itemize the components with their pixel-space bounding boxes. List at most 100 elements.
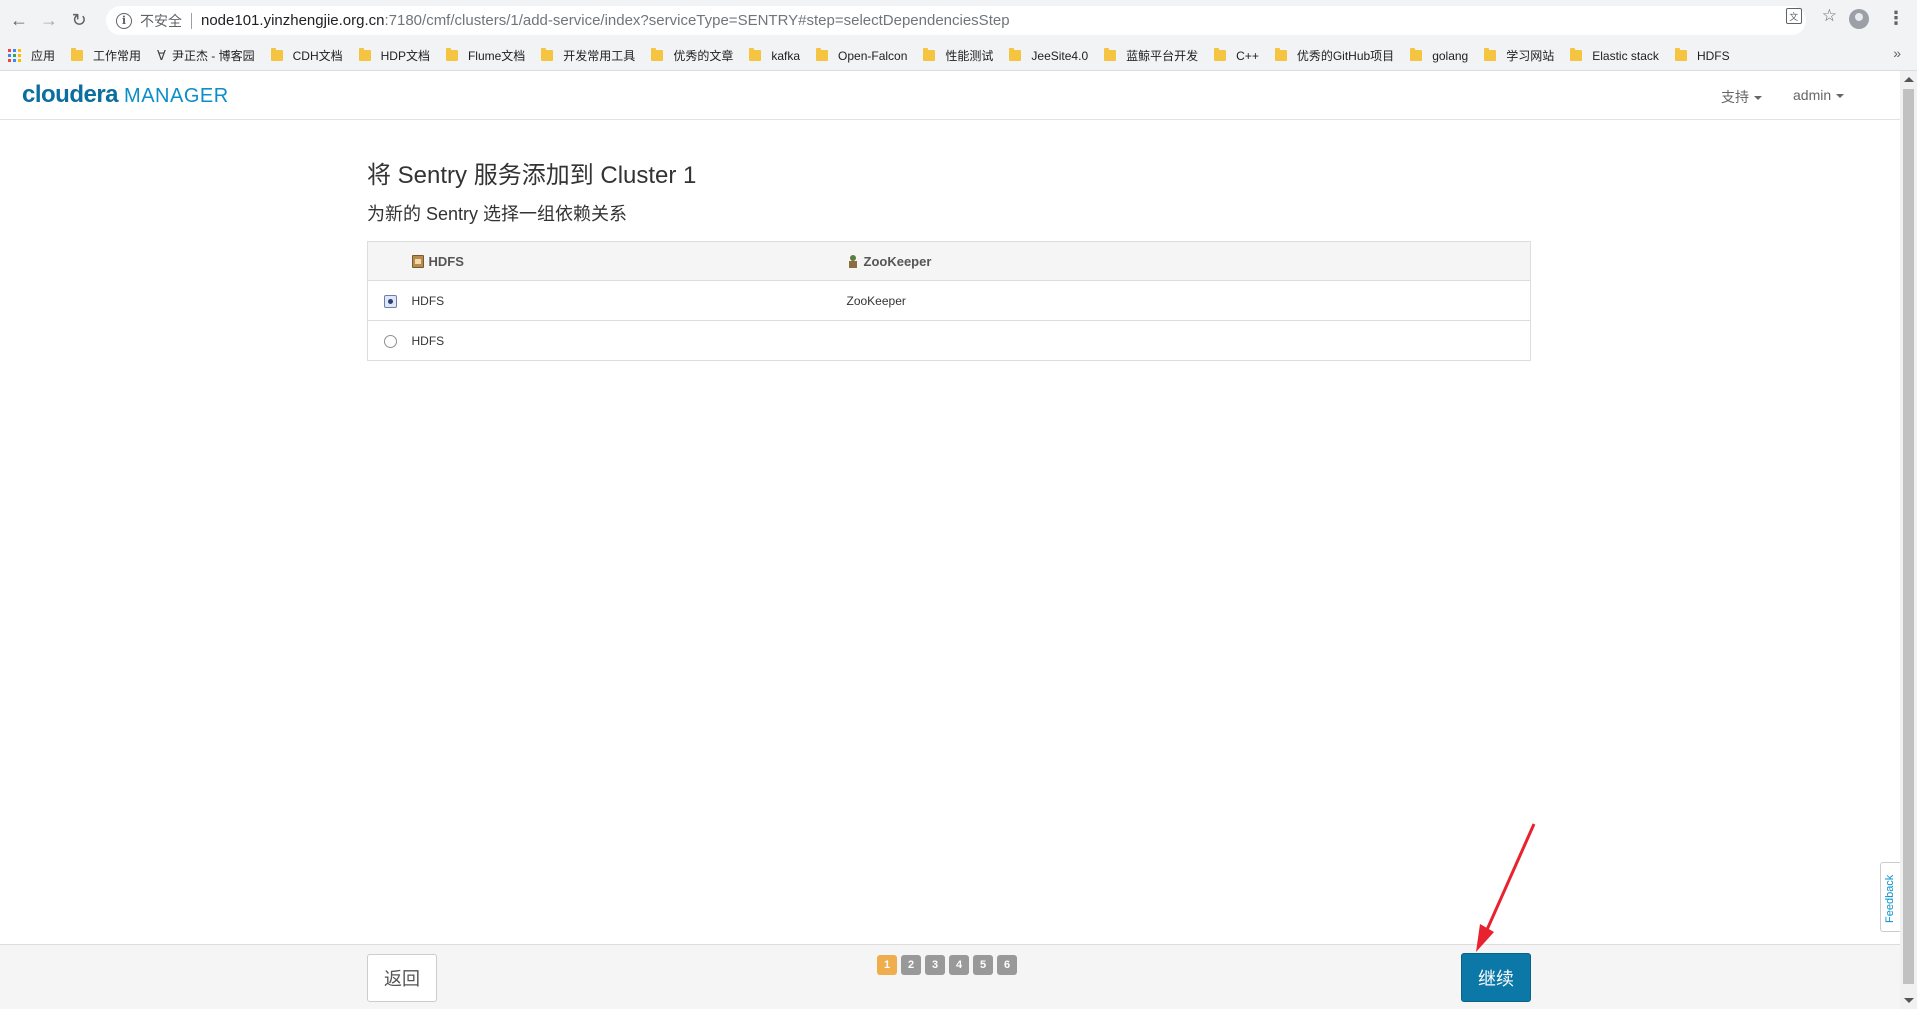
folder-icon: [1570, 48, 1583, 61]
browser-menu-icon[interactable]: ⋮: [1887, 8, 1905, 29]
bookmark-item[interactable]: Open-Falcon: [808, 44, 915, 68]
folder-icon: [541, 48, 554, 61]
cm-header: cloudera MANAGER 支持 admin: [0, 71, 1900, 120]
bookmark-item[interactable]: 工作常用: [63, 44, 149, 68]
column-header-label: ZooKeeper: [863, 253, 932, 269]
table-header-row: HDFS ZooKeeper: [367, 241, 1531, 281]
profile-avatar-icon[interactable]: [1849, 8, 1869, 29]
page-scrollbar[interactable]: [1900, 71, 1917, 1009]
bookmark-label: 工作常用: [93, 49, 142, 63]
back-button[interactable]: 返回: [367, 954, 437, 1002]
bookmark-label: 优秀的文章: [673, 49, 734, 63]
bookmark-star-icon[interactable]: ☆: [1822, 6, 1837, 26]
bookmark-item[interactable]: 优秀的GitHub项目: [1267, 44, 1402, 68]
dependency-table: HDFS ZooKeeper HDFS ZooKeeper HDFS: [367, 241, 1531, 361]
bookmark-label: C++: [1236, 48, 1259, 63]
bookmark-label: Open-Falcon: [838, 48, 908, 63]
bookmark-item[interactable]: C++: [1206, 44, 1267, 68]
folder-icon: [816, 48, 829, 61]
bookmark-item[interactable]: Elastic stack: [1562, 44, 1667, 68]
back-arrow-icon[interactable]: ←: [4, 6, 34, 36]
step-indicator[interactable]: 5: [973, 955, 993, 975]
radio-cell: [368, 321, 412, 361]
info-icon[interactable]: i: [116, 12, 132, 29]
bookmark-item[interactable]: JeeSite4.0: [1001, 44, 1096, 68]
dependency-radio-selected[interactable]: [384, 294, 397, 308]
folder-icon: [358, 48, 371, 61]
forward-arrow-icon[interactable]: →: [34, 6, 64, 36]
user-menu-label: admin: [1793, 87, 1832, 103]
url-bar[interactable]: i 不安全 node101.yinzhengjie.org.cn:7180/cm…: [106, 6, 1806, 35]
step-indicator-active[interactable]: 1: [877, 955, 897, 975]
column-header-zookeeper: ZooKeeper: [847, 242, 1531, 281]
cell-hdfs: HDFS: [411, 293, 445, 308]
url-host: node101.yinzhengjie.org.cn: [201, 12, 385, 29]
folder-icon: [270, 48, 283, 61]
reload-icon[interactable]: ↻: [64, 6, 94, 36]
bookmark-label: 开发常用工具: [563, 49, 636, 63]
scrollbar-thumb[interactable]: [1903, 89, 1914, 984]
bookmark-item[interactable]: Flume文档: [438, 44, 533, 68]
folder-icon: [1214, 48, 1227, 61]
radio-cell: [368, 281, 412, 321]
user-menu[interactable]: admin: [1793, 87, 1845, 103]
bookmark-item[interactable]: HDFS: [1667, 44, 1738, 68]
browser-toolbar: ← → ↻ i 不安全 node101.yinzhengjie.org.cn:7…: [0, 0, 1917, 41]
folder-icon: [1484, 48, 1497, 61]
folder-icon: [1410, 48, 1423, 61]
bookmark-item[interactable]: Ɐ 尹正杰 - 博客园: [149, 44, 263, 68]
bookmark-label: HDP文档: [380, 49, 430, 63]
hdfs-icon: [411, 254, 424, 268]
dependency-radio[interactable]: [384, 334, 397, 348]
step-indicator[interactable]: 2: [901, 955, 921, 975]
security-label: 不安全: [140, 12, 182, 29]
bookmark-apps[interactable]: 应用: [0, 44, 63, 68]
step-indicator[interactable]: 4: [949, 955, 969, 975]
bookmark-item[interactable]: 优秀的文章: [643, 44, 741, 68]
zookeeper-icon: [847, 254, 859, 268]
bookmark-label: 优秀的GitHub项目: [1296, 49, 1395, 63]
feedback-label: Feedback: [1884, 874, 1896, 923]
logo-main: cloudera: [22, 81, 119, 108]
blog-icon: Ɐ: [157, 47, 166, 63]
scroll-up-icon[interactable]: [1904, 77, 1914, 82]
step-indicator[interactable]: 6: [997, 955, 1017, 975]
cell-zookeeper: [847, 321, 1531, 361]
folder-icon: [1274, 48, 1287, 61]
folder-icon: [923, 48, 936, 61]
bookmarks-overflow-icon[interactable]: »: [1893, 45, 1901, 61]
table-row[interactable]: HDFS: [367, 320, 1531, 361]
caret-down-icon: [1836, 94, 1845, 99]
folder-icon: [445, 48, 458, 61]
continue-button[interactable]: 继续: [1461, 953, 1531, 1002]
feedback-tab[interactable]: Feedback: [1880, 862, 1900, 932]
translate-icon[interactable]: 文: [1785, 8, 1802, 24]
folder-icon: [1009, 48, 1022, 61]
page-subtitle: 为新的 Sentry 选择一组依赖关系: [367, 204, 628, 224]
annotation-arrow-icon: [1476, 823, 1536, 952]
wizard-footer: 返回 1 2 3 4 5 6 继续: [0, 944, 1900, 1009]
bookmark-item[interactable]: 性能测试: [915, 44, 1001, 68]
bookmark-item[interactable]: kafka: [741, 44, 808, 68]
bookmark-item[interactable]: 学习网站: [1476, 44, 1562, 68]
bookmark-label: kafka: [771, 48, 801, 63]
folder-icon: [651, 48, 664, 61]
url-path: :7180/cmf/clusters/1/add-service/index?s…: [384, 12, 1010, 29]
folder-icon: [1104, 48, 1117, 61]
bookmark-item[interactable]: golang: [1402, 44, 1476, 68]
bookmark-label: JeeSite4.0: [1031, 48, 1089, 63]
bookmark-label: 蓝鲸平台开发: [1126, 49, 1199, 63]
step-indicator[interactable]: 3: [925, 955, 945, 975]
support-menu[interactable]: 支持: [1721, 87, 1762, 107]
folder-icon: [749, 48, 762, 61]
bookmark-item[interactable]: CDH文档: [263, 44, 351, 68]
bookmark-item[interactable]: HDP文档: [351, 44, 438, 68]
table-row[interactable]: HDFS ZooKeeper: [367, 280, 1531, 321]
scroll-down-icon[interactable]: [1904, 998, 1914, 1003]
bookmark-item[interactable]: 蓝鲸平台开发: [1096, 44, 1206, 68]
bookmark-label: golang: [1432, 48, 1469, 63]
cloudera-manager-logo[interactable]: cloudera MANAGER: [22, 81, 229, 109]
bookmark-item[interactable]: 开发常用工具: [533, 44, 643, 68]
cell-hdfs: HDFS: [411, 333, 445, 348]
wizard-steps: 1 2 3 4 5 6: [877, 955, 1017, 975]
